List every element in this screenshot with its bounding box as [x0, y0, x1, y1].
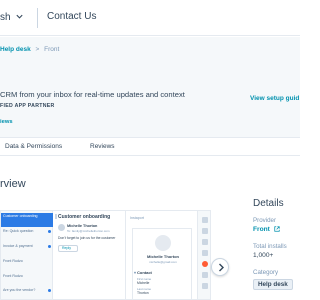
total-installs-value: 1,000+ — [253, 252, 274, 259]
breadcrumb-separator: > — [35, 46, 40, 53]
provider-link[interactable]: Front — [253, 226, 270, 233]
preview-list-item-text: Are you the vendor? — [3, 288, 36, 292]
rail-icon — [202, 272, 208, 278]
preview-field-value: Thorton — [137, 291, 149, 295]
unread-dot — [48, 230, 51, 233]
preview-from-name: Michelle Thorton — [67, 224, 98, 228]
preview-side-rail — [197, 211, 210, 299]
tab-reviews[interactable]: Reviews — [90, 143, 115, 150]
unread-dot — [48, 245, 51, 248]
partner-badge: FIED APP PARTNER — [0, 103, 55, 109]
nav-divider — [37, 8, 38, 28]
preview-to-line: To: family@michellethorton.com — [67, 229, 110, 233]
preview-list-item-text: Re: Quick question — [3, 229, 34, 233]
reviews-link[interactable]: iews — [0, 119, 13, 125]
preview-list-item: Are you the vendor? — [1, 287, 53, 299]
preview-list-item: Front Rudzo — [1, 258, 53, 272]
app-screenshot-preview[interactable]: Customer onboarding Re: Quick question I… — [0, 210, 211, 300]
tab-bar: Data & Permissions Reviews — [0, 138, 300, 156]
chevron-down-icon: ▾ — [134, 270, 137, 275]
hubspot-sprocket-icon — [202, 261, 208, 267]
preview-contact-section-label: Contact — [137, 270, 152, 275]
preview-reply-button: Reply — [58, 245, 78, 252]
chevron-right-icon — [219, 263, 224, 272]
view-setup-guide-link[interactable]: View setup guid — [250, 95, 299, 102]
preview-thread-title: Customer onboarding — [58, 214, 111, 220]
category-label: Category — [253, 269, 279, 276]
overview-heading: rview — [0, 178, 26, 190]
back-icon — [55, 214, 57, 219]
chevron-down-icon[interactable] — [15, 12, 24, 21]
details-title: Details — [253, 198, 284, 209]
rail-icon — [202, 217, 208, 223]
preview-list-item: Invoice & payment — [1, 243, 53, 257]
contact-us-link[interactable]: Contact Us — [47, 11, 96, 22]
preview-contact-section: ▾ Contact — [134, 270, 152, 275]
total-installs-label: Total installs — [253, 243, 287, 250]
preview-contact-card: Michelle Thorton michelle@gmail.com ▾ Co… — [132, 228, 192, 299]
preview-list-item-text: Invoice & payment — [3, 244, 33, 248]
preview-field-value: Michelle — [137, 281, 150, 285]
preview-list-item: Re: Quick question — [1, 228, 53, 242]
breadcrumb-help-desk[interactable]: Help desk — [0, 46, 31, 53]
preview-contact-email: michelle@gmail.com — [149, 260, 177, 264]
breadcrumb-current: Front — [44, 46, 60, 53]
top-nav: sh Contact Us — [0, 0, 300, 36]
provider-value[interactable]: Front — [253, 226, 280, 233]
preview-list-item: Front Rudzo — [1, 273, 53, 287]
rail-icon — [202, 228, 208, 234]
avatar — [58, 224, 65, 231]
breadcrumb: Help desk > Front — [0, 46, 59, 53]
listing-header: Help desk > Front CRM from your inbox fo… — [0, 37, 300, 138]
nav-menu-partial[interactable]: sh — [0, 12, 11, 23]
preview-list-item: Customer onboarding — [1, 213, 53, 227]
preview-panel-label: Instaport — [130, 216, 144, 220]
rail-icon — [202, 250, 208, 256]
preview-message-text: Don't forget to join us for the customer — [58, 236, 116, 240]
preview-list-item-text: Front Rudzo — [3, 274, 23, 278]
external-link-icon — [274, 226, 280, 232]
unread-dot — [48, 289, 51, 292]
app-tagline: CRM from your inbox for real-time update… — [0, 90, 185, 99]
rail-icon — [202, 239, 208, 245]
tab-data-permissions[interactable]: Data & Permissions — [5, 143, 62, 150]
category-tag[interactable]: Help desk — [253, 279, 293, 290]
provider-label: Provider — [253, 217, 277, 224]
preview-list-item-text: Customer onboarding — [3, 214, 38, 218]
preview-inbox-list: Customer onboarding Re: Quick question I… — [1, 211, 53, 299]
avatar — [155, 235, 171, 251]
rail-icon — [202, 283, 208, 289]
preview-message-pane: Customer onboarding Michelle Thorton To:… — [54, 211, 124, 299]
carousel-next-button[interactable] — [211, 258, 229, 276]
preview-list-item-text: Front Rudzo — [3, 259, 23, 263]
preview-crm-panel: Instaport Michelle Thorton michelle@gmai… — [125, 211, 197, 299]
preview-contact-name: Michelle Thorton — [147, 254, 179, 259]
